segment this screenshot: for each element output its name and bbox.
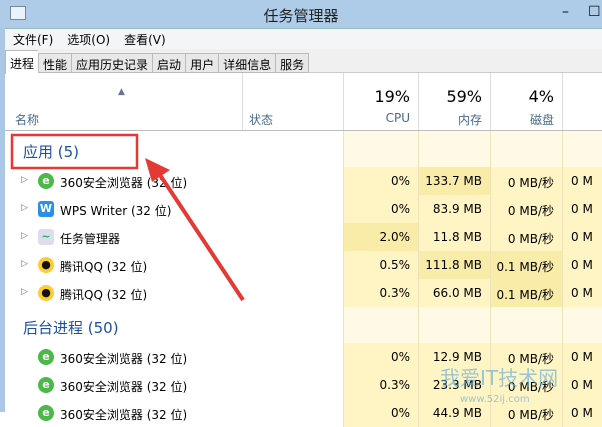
highlight-box <box>10 133 139 170</box>
watermark-text: 我爱IT技术网 <box>440 366 558 390</box>
watermark-url: www.52ij.com <box>460 394 530 405</box>
annotation-overlay: 我爱IT技术网 www.52ij.com <box>10 133 558 405</box>
annotation-arrow <box>156 170 245 302</box>
arrow-head-icon <box>145 158 170 182</box>
